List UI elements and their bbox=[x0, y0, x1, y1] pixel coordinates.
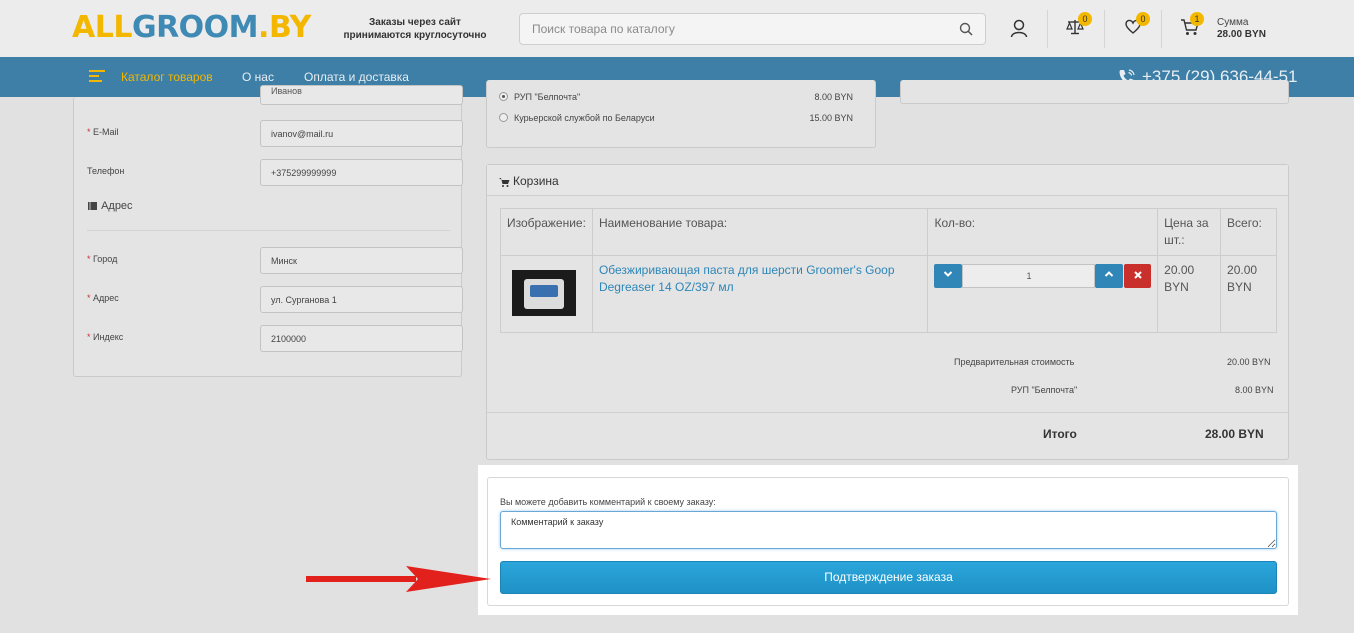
cart-button[interactable]: 1 bbox=[1180, 12, 1204, 36]
col-total: Всего: bbox=[1220, 208, 1277, 256]
street-label: * Адрес bbox=[87, 293, 119, 303]
search-icon[interactable] bbox=[959, 22, 973, 36]
email-row: * E-Mail ivanov@mail.ru bbox=[87, 120, 463, 148]
shipping-value: 8.00 BYN bbox=[1235, 385, 1274, 395]
header-divider bbox=[1161, 10, 1162, 48]
subtotal-label: Предварительная стоимость bbox=[954, 357, 1075, 367]
city-row: * Город Минск bbox=[87, 247, 463, 275]
city-label: * Город bbox=[87, 254, 118, 264]
shipping-label: РУП "Белпочта" bbox=[1011, 385, 1078, 395]
delivery-option-courier[interactable]: Курьерской службой по Беларуси 15.00 BYN bbox=[499, 113, 865, 123]
table-row: Обезжиривающая паста для шерсти Groomer'… bbox=[500, 255, 1277, 333]
product-image-cell bbox=[500, 255, 593, 333]
col-image: Изображение: bbox=[500, 208, 593, 256]
site-logo[interactable]: ALLGROOM.BY bbox=[72, 10, 311, 45]
grand-total-label: Итого bbox=[1043, 427, 1077, 441]
confirm-highlight: Вы можете добавить комментарий к своему … bbox=[478, 465, 1298, 615]
comment-label: Вы можете добавить комментарий к своему … bbox=[500, 497, 716, 507]
confirm-order-button[interactable]: Подтверждение заказа bbox=[500, 561, 1277, 594]
zip-label: * Индекс bbox=[87, 332, 124, 342]
chevron-down-icon bbox=[944, 271, 953, 277]
unit-price-cell: 20.00 BYN bbox=[1157, 255, 1222, 333]
cart-title: Корзина bbox=[513, 174, 559, 188]
nav-catalog[interactable]: Каталог товаров bbox=[121, 70, 213, 84]
comment-textarea[interactable]: Комментарий к заказу bbox=[500, 511, 1277, 549]
wishlist-button[interactable]: 0 bbox=[1124, 12, 1150, 36]
close-icon bbox=[1134, 271, 1142, 279]
top-header: ALLGROOM.BY Заказы через сайт принимаютс… bbox=[0, 0, 1354, 57]
address-section-title: Адрес bbox=[87, 200, 133, 212]
book-icon bbox=[88, 202, 97, 211]
delivery-option-label: Курьерской службой по Беларуси bbox=[514, 113, 655, 123]
nav-about[interactable]: О нас bbox=[242, 70, 274, 84]
phone-field[interactable]: +375299999999 bbox=[260, 159, 463, 186]
logo-part-by: .BY bbox=[258, 10, 311, 45]
quantity-input[interactable]: 1 bbox=[962, 264, 1096, 288]
remove-item-button[interactable] bbox=[1124, 264, 1152, 288]
increase-button[interactable] bbox=[1095, 264, 1124, 288]
cart-sum[interactable]: Сумма 28.00 BYN bbox=[1217, 17, 1266, 41]
cart-panel: Корзина Изображение: Наименование товара… bbox=[486, 164, 1289, 460]
cart-sum-label: Сумма bbox=[1217, 17, 1249, 28]
delivery-options-panel: РУП "Белпочта" 8.00 BYN Курьерской служб… bbox=[486, 80, 876, 148]
cart-table: Изображение: Наименование товара: Кол-во… bbox=[500, 208, 1277, 333]
delivery-option-price: 15.00 BYN bbox=[809, 113, 853, 123]
cart-count-badge: 1 bbox=[1190, 12, 1204, 26]
menu-icon[interactable] bbox=[89, 70, 105, 84]
compare-button[interactable]: 0 bbox=[1066, 12, 1092, 36]
radio-unselected[interactable] bbox=[499, 113, 508, 123]
orders-note-line1: Заказы через сайт bbox=[369, 17, 461, 28]
header-divider bbox=[1104, 10, 1105, 48]
orders-note: Заказы через сайт принимаются круглосуто… bbox=[340, 16, 490, 42]
product-name-cell: Обезжиривающая паста для шерсти Groomer'… bbox=[591, 255, 929, 333]
lastname-field[interactable]: Иванов bbox=[260, 85, 463, 105]
cart-header: Корзина bbox=[487, 165, 1288, 196]
row-total-cell: 20.00 BYN bbox=[1220, 255, 1277, 333]
zip-field[interactable]: 2100000 bbox=[260, 325, 463, 352]
search-input[interactable] bbox=[520, 14, 940, 44]
logo-part-all: ALL bbox=[72, 10, 132, 45]
quantity-stepper: 1 bbox=[934, 264, 1152, 288]
customer-form-panel: Иванов * E-Mail ivanov@mail.ru Телефон +… bbox=[73, 85, 463, 377]
street-field[interactable]: ул. Сурганова 1 bbox=[260, 286, 463, 313]
header-divider bbox=[1047, 10, 1048, 48]
totals-divider bbox=[487, 412, 1288, 413]
email-field[interactable]: ivanov@mail.ru bbox=[260, 120, 463, 147]
delivery-option-label: РУП "Белпочта" bbox=[514, 92, 581, 102]
delivery-option-price: 8.00 BYN bbox=[814, 92, 853, 102]
cart-small-icon bbox=[499, 177, 510, 187]
subtotal-value: 20.00 BYN bbox=[1227, 357, 1271, 367]
col-name: Наименование товара: bbox=[591, 208, 929, 256]
quantity-cell: 1 bbox=[927, 255, 1159, 333]
nav-payment-delivery[interactable]: Оплата и доставка bbox=[304, 70, 409, 84]
cart-table-header: Изображение: Наименование товара: Кол-во… bbox=[500, 208, 1277, 256]
grand-total-value: 28.00 BYN bbox=[1205, 427, 1264, 441]
product-image[interactable] bbox=[512, 270, 576, 316]
red-arrow-annotation bbox=[306, 566, 491, 592]
decrease-button[interactable] bbox=[934, 264, 963, 288]
zip-row: * Индекс 2100000 bbox=[87, 325, 463, 353]
phone-row: Телефон +375299999999 bbox=[87, 159, 463, 187]
orders-note-line2: принимаются круглосуточно bbox=[343, 30, 487, 41]
confirm-order-box: Вы можете добавить комментарий к своему … bbox=[487, 477, 1289, 606]
product-link[interactable]: Обезжиривающая паста для шерсти Groomer'… bbox=[599, 263, 895, 294]
search-box bbox=[519, 13, 986, 45]
side-panel bbox=[900, 80, 1289, 104]
phone-label: Телефон bbox=[87, 166, 125, 176]
user-icon[interactable] bbox=[1010, 19, 1028, 38]
chevron-up-icon bbox=[1105, 271, 1114, 277]
section-divider bbox=[87, 230, 450, 231]
street-row: * Адрес ул. Сурганова 1 bbox=[87, 286, 463, 314]
logo-part-groom: GROOM bbox=[131, 10, 259, 45]
delivery-option-belpochta[interactable]: РУП "Белпочта" 8.00 BYN bbox=[499, 92, 865, 102]
cart-sum-value: 28.00 BYN bbox=[1217, 29, 1266, 40]
col-price: Цена за шт.: bbox=[1157, 208, 1222, 256]
radio-selected[interactable] bbox=[499, 92, 508, 102]
city-field[interactable]: Минск bbox=[260, 247, 463, 274]
col-qty: Кол-во: bbox=[927, 208, 1159, 256]
compare-count-badge: 0 bbox=[1078, 12, 1092, 26]
wishlist-count-badge: 0 bbox=[1136, 12, 1150, 26]
email-label: * E-Mail bbox=[87, 127, 119, 137]
